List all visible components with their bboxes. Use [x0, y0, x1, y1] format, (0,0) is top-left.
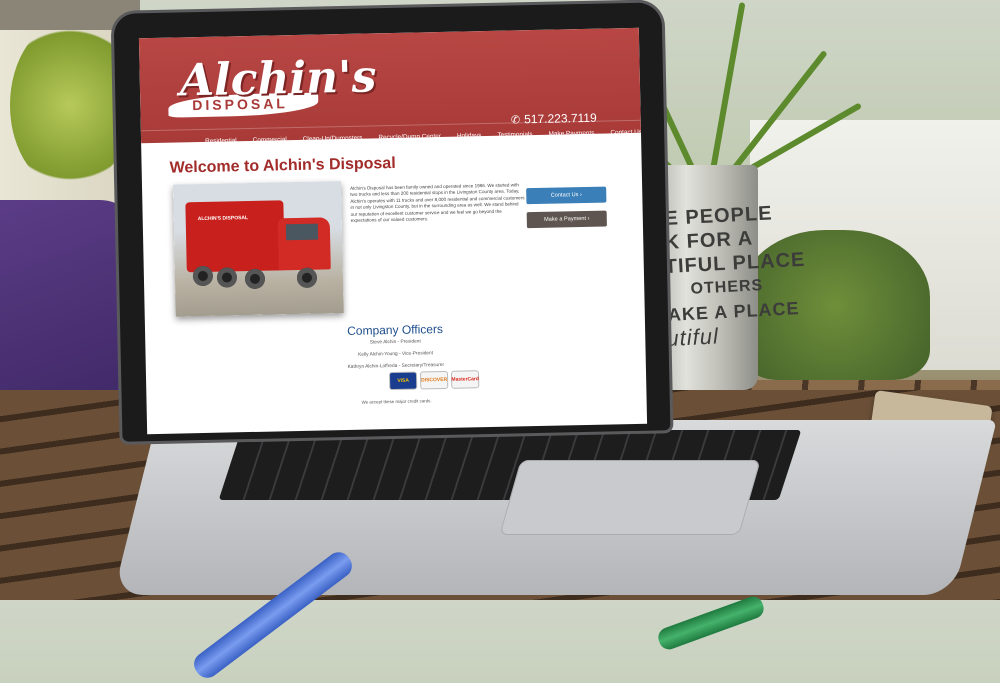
make-payment-button[interactable]: Make a Payment ›	[526, 210, 607, 229]
truck-wheel	[192, 265, 214, 287]
truck-wheel	[296, 267, 318, 289]
truck-photo: ALCHIN'S DISPOSAL	[172, 181, 344, 317]
discover-card-icon: DISCOVER	[420, 371, 448, 389]
nav-item-residential[interactable]: Residential	[197, 129, 245, 155]
mastercard-card-icon: MasterCard	[451, 371, 479, 388]
nav-item-recycle-dump-center[interactable]: Recycle/Dump Center	[370, 125, 449, 152]
nav-item-commercial[interactable]: Commercial	[244, 128, 295, 154]
background-foliage	[10, 20, 130, 190]
visa-card-icon: VISA	[389, 372, 417, 390]
truck-window	[285, 223, 319, 241]
laptop-screen: Alchin's DISPOSAL ✆ 517.223.7119 Resident…	[138, 27, 648, 435]
truck-wheel	[244, 268, 266, 290]
green-marker	[655, 593, 767, 653]
intro-paragraph: Alchin's Disposal has been family owned …	[350, 182, 525, 223]
credit-cards: VISA DISCOVER MasterCard	[389, 371, 479, 390]
logo-subtitle: DISPOSAL	[192, 95, 289, 114]
nav-item-make-payments[interactable]: Make Payments	[540, 122, 602, 148]
page-title: Welcome to Alchin's Disposal	[169, 154, 396, 177]
laptop-trackpad	[499, 460, 761, 535]
truck-decal: ALCHIN'S DISPOSAL	[197, 215, 249, 223]
truck-wheel	[216, 267, 238, 288]
nav-item-holidays[interactable]: Holidays	[449, 124, 490, 150]
nav-item-contact-us[interactable]: Contact Us	[602, 121, 647, 147]
officer-item: Kathryn Alchin-Loffreda - Secretary/Trea…	[347, 362, 445, 370]
cards-note: We accept these major credit cards.	[361, 398, 432, 405]
truck-body	[185, 200, 285, 273]
contact-us-button[interactable]: Contact Us ›	[526, 186, 607, 205]
nav-item-clean-up-dumpsters[interactable]: Clean-Up/Dumpsters	[295, 126, 371, 153]
plant-leaf	[710, 2, 746, 171]
nav-item-testimonials[interactable]: Testimonials	[489, 123, 541, 149]
